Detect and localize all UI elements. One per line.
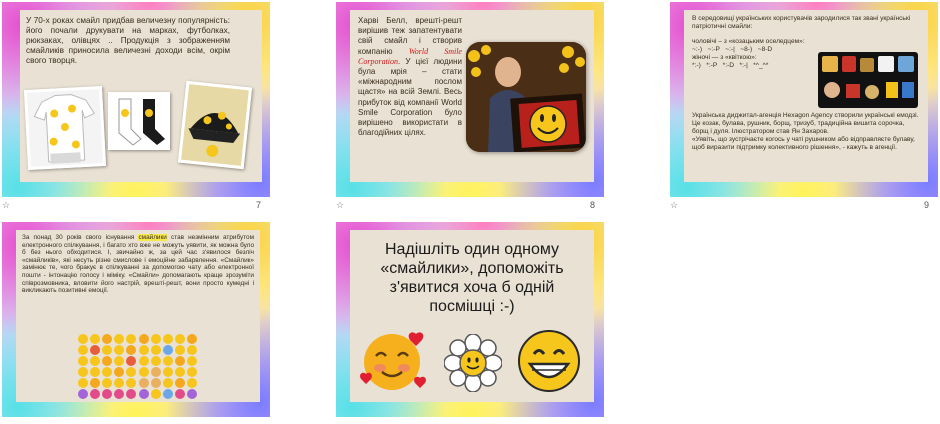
slide-intro: В середовищі українських користувачів за… xyxy=(692,15,911,30)
animation-star-icon[interactable]: ☆ xyxy=(336,200,344,211)
slide-text-part: став незмінним атрибутом електронного сп… xyxy=(22,234,254,295)
emoticon-line: жіночі — з «квіткою»: xyxy=(692,54,757,61)
slide-text: За понад 30 років свого існування смайли… xyxy=(22,234,254,295)
slide-text-part: За понад 30 років свого існування xyxy=(22,234,139,241)
smiling-face-with-hearts-icon xyxy=(360,332,426,390)
tshirt-photo xyxy=(23,86,107,170)
animation-star-icon[interactable]: ☆ xyxy=(2,200,10,211)
highlighted-word: смайлики xyxy=(138,234,167,241)
ukrainian-emoji-image xyxy=(818,52,918,108)
slide-thumbnail-10[interactable]: За понад 30 років свого існування смайли… xyxy=(2,222,270,417)
slide-paragraph: Українська диджитал-агенція Hexagon Agen… xyxy=(692,112,919,119)
emoji-grid xyxy=(78,334,198,399)
slide-text: У 70-х роках смайл придбав величезну поп… xyxy=(26,16,230,65)
slide-body: Українська диджитал-агенція Hexagon Agen… xyxy=(692,112,920,152)
emoticon-line: ~:-) ~:-P ~:-| ~8-) ~8-D xyxy=(692,46,773,53)
slide-paragraph: «Уявіть, що зустрічаєте когось у чаті ру… xyxy=(692,136,915,151)
slide-text-part: . У цієї людини була мрія – стати «міжна… xyxy=(358,56,462,138)
slide-thumbnail-7[interactable]: У 70-х роках смайл придбав величезну поп… xyxy=(2,2,270,197)
cap-photo xyxy=(177,80,253,170)
slide-paragraph: Це козак, булава, рушник, борщ, тризуб, … xyxy=(692,120,905,135)
slide-title: Надішліть один одному «смайлики», допомо… xyxy=(380,241,564,315)
slide-thumbnail-8[interactable]: Харві Белл, врешті-решт вирішив теж запа… xyxy=(336,2,604,197)
emoticon-line: *:-) *:-P *:-D *:-| *^_^* xyxy=(692,62,769,69)
slide-thumbnail-11[interactable]: Надішліть один одному «смайлики», допомо… xyxy=(336,222,604,417)
slide-number-9: 9 xyxy=(924,200,930,210)
daisy-flower-icon xyxy=(444,334,502,392)
animation-star-icon[interactable]: ☆ xyxy=(670,200,678,211)
slide-number-7: 7 xyxy=(256,200,262,210)
slide-sorter-view: У 70-х роках смайл придбав величезну поп… xyxy=(0,0,940,424)
socks-photo xyxy=(108,92,170,150)
slide-number-8: 8 xyxy=(590,200,596,210)
emoticon-list: чоловічі – з «козацьким оселедцем»: ~:-)… xyxy=(692,38,832,70)
slide-thumbnail-9[interactable]: В середовищі українських користувачів за… xyxy=(670,2,938,197)
harvey-ball-photo xyxy=(466,42,586,152)
emoticon-line: чоловічі – з «козацьким оселедцем»: xyxy=(692,38,805,45)
grinning-face-icon xyxy=(518,330,580,392)
slide-text: Харві Белл, врешті-решт вирішив теж запа… xyxy=(358,16,462,138)
